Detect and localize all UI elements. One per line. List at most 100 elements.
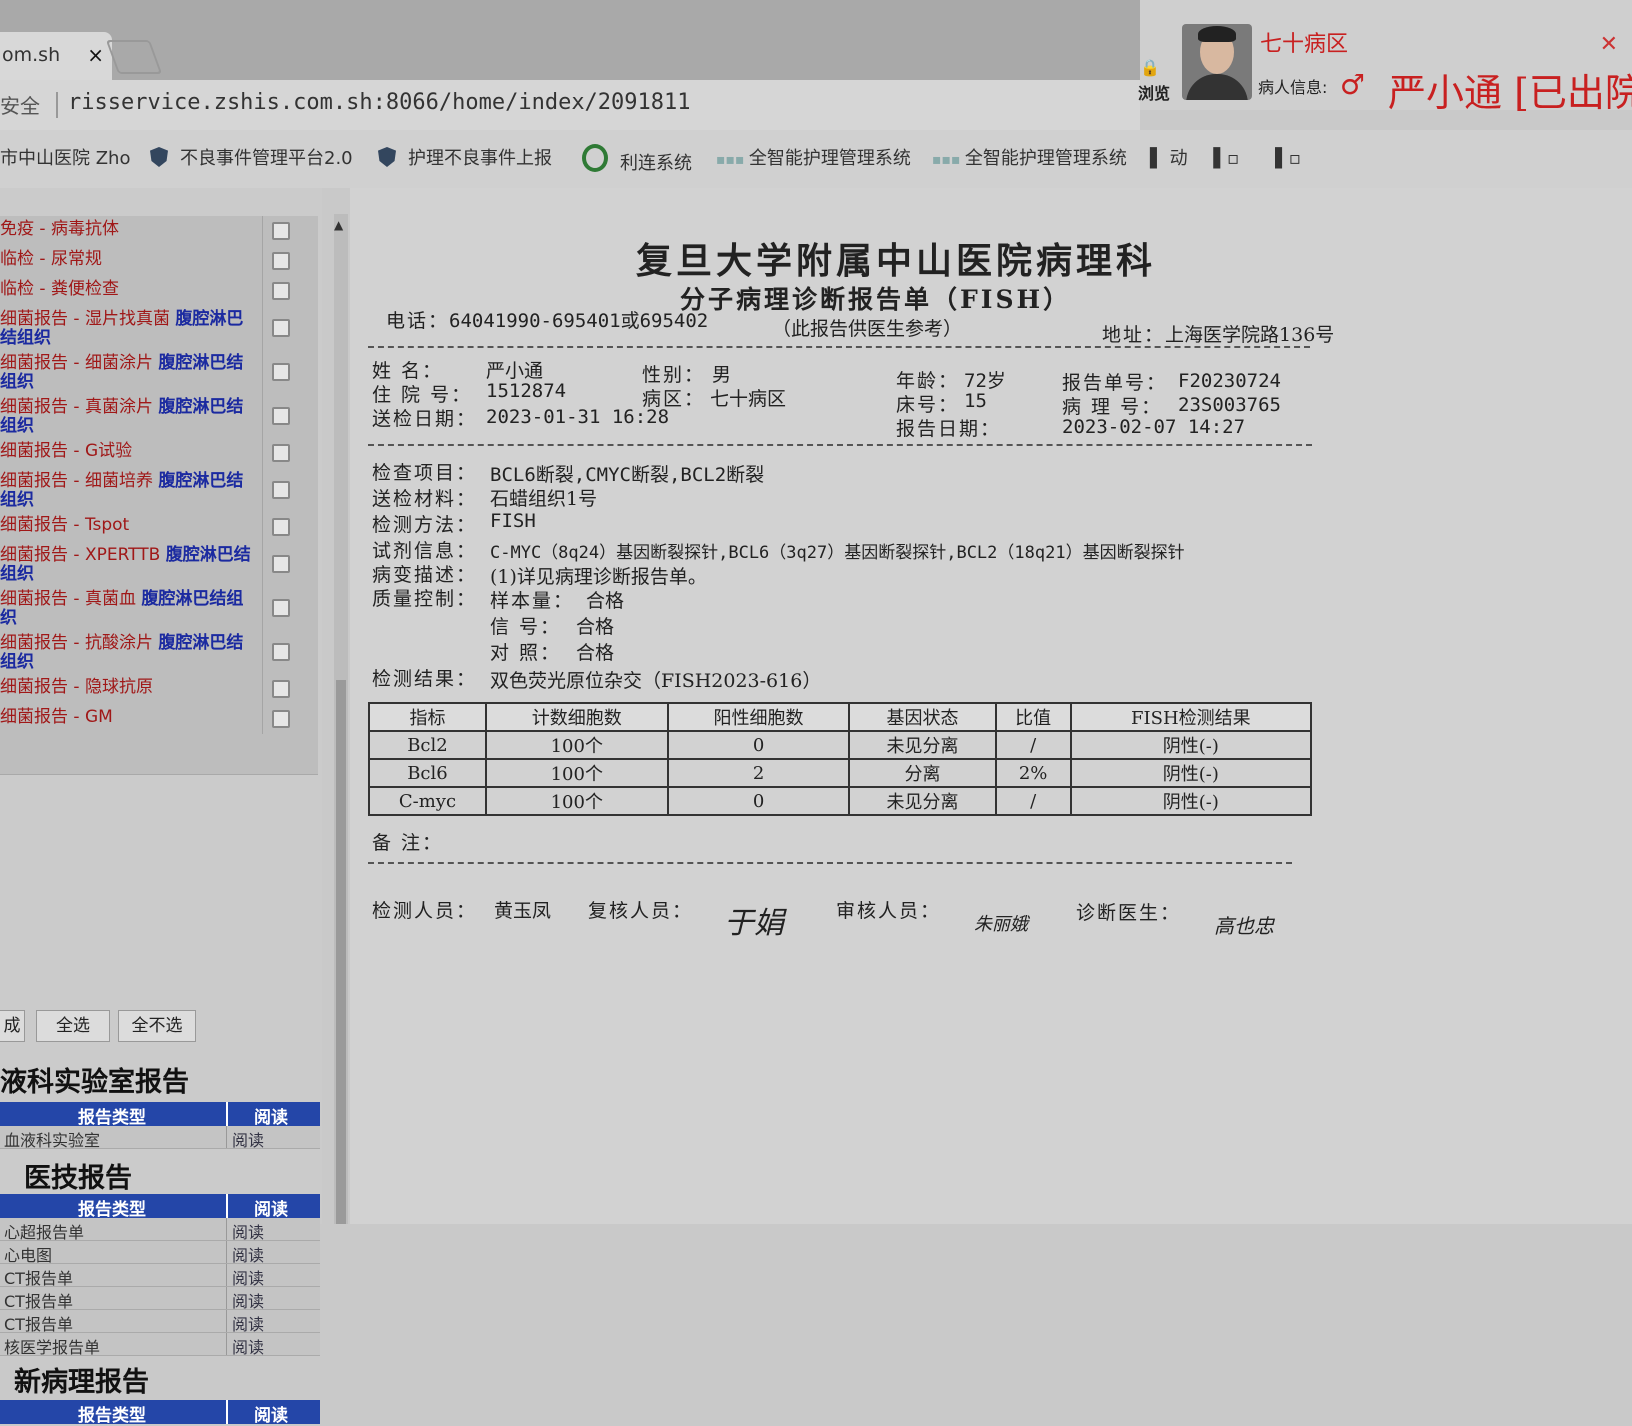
sample-label: 腹腔淋巴结组织	[0, 589, 244, 628]
list-item[interactable]: 免疫 - 病毒抗体	[0, 216, 318, 247]
read-link[interactable]: 阅读	[232, 1288, 264, 1312]
lab-item-label: 细菌报告 - 隐球抗原	[0, 677, 153, 697]
lab-item-label: 细菌报告 - 细菌涂片 腹腔淋巴结组织	[0, 353, 244, 392]
lab-item-label: 细菌报告 - XPERTTB 腹腔淋巴结组织	[0, 545, 251, 584]
read-link[interactable]: 阅读	[232, 1242, 264, 1266]
table-row: CT报告单 阅读	[0, 1264, 320, 1289]
list-item[interactable]: 细菌报告 - GM	[0, 704, 318, 735]
lab-item-label: 细菌报告 - 细菌培养 腹腔淋巴结组织	[0, 471, 244, 510]
partial-button[interactable]: 成	[0, 1010, 25, 1042]
list-item[interactable]: 临检 - 尿常规	[0, 246, 318, 277]
select-checkbox[interactable]	[272, 680, 290, 698]
bookmark-lilian-system[interactable]: 利连系统	[582, 144, 692, 175]
select-checkbox[interactable]	[272, 222, 290, 240]
select-checkbox[interactable]	[272, 363, 290, 381]
select-checkbox[interactable]	[272, 710, 290, 728]
select-checkbox[interactable]	[272, 282, 290, 300]
table-cell: 100个	[484, 786, 669, 816]
address-divider	[56, 92, 58, 118]
select-checkbox[interactable]	[272, 319, 290, 337]
new-tab-button[interactable]	[105, 40, 163, 74]
security-indicator[interactable]: 安全	[0, 90, 40, 119]
table-row: CT报告单 阅读	[0, 1310, 320, 1335]
name-label: 姓 名：	[372, 360, 444, 382]
table-row: C-myc 100个 0 未见分离 / 阴性(-)	[368, 786, 1313, 816]
scroll-up-icon[interactable]: ▲	[334, 218, 343, 232]
browse-label[interactable]: 浏览	[1138, 80, 1170, 104]
list-item[interactable]: 细菌报告 - 真菌血 腹腔淋巴结组织	[0, 586, 318, 631]
ring-icon	[582, 144, 608, 172]
item-label: 检查项目：	[372, 462, 478, 484]
scrollbar-thumb[interactable]	[336, 680, 346, 1224]
material-value: 石蜡组织1号	[490, 488, 598, 510]
header-read: 阅读	[254, 1406, 288, 1426]
list-item[interactable]: 细菌报告 - 真菌涂片 腹腔淋巴结组织	[0, 394, 318, 439]
url-text[interactable]: risservice.zshis.com.sh:8066/home/index/…	[68, 90, 691, 115]
table-row: 核医学报告单 阅读	[0, 1333, 320, 1358]
lab-item-label: 免疫 - 病毒抗体	[0, 219, 119, 239]
bookmark-zhongshan[interactable]: 市中山医院 Zho	[0, 144, 130, 170]
bookmark-nursing-management-1[interactable]: ▪▪▪ 全智能护理管理系统	[716, 144, 911, 170]
list-item[interactable]: 细菌报告 - 细菌涂片 腹腔淋巴结组织	[0, 350, 318, 395]
reagent-label: 试剂信息：	[372, 540, 478, 562]
bookmark-adverse-event-platform[interactable]: 不良事件管理平台2.0	[150, 144, 353, 170]
column-header: FISH检测结果	[1069, 702, 1313, 732]
select-checkbox[interactable]	[272, 481, 290, 499]
remark-label: 备 注：	[372, 832, 444, 854]
blood-lab-section-title: 液科实验室报告	[0, 1067, 189, 1098]
bed-label: 床号：	[896, 394, 960, 416]
lab-item-label: 细菌报告 - G试验	[0, 441, 133, 461]
select-checkbox[interactable]	[272, 252, 290, 270]
bed-value: 15	[964, 390, 987, 412]
table-row: 心超报告单 阅读	[0, 1218, 320, 1243]
select-checkbox[interactable]	[272, 518, 290, 536]
select-checkbox[interactable]	[272, 599, 290, 617]
hospital-title: 复旦大学附属中山医院病理科	[636, 240, 1157, 282]
doctor-label: 诊断医生：	[1076, 902, 1182, 924]
sex-value: 男	[712, 364, 732, 386]
new-pathology-section-title: 新病理报告	[14, 1367, 149, 1398]
sample-label: 腹腔淋巴结组织	[0, 397, 244, 436]
read-link[interactable]: 阅读	[232, 1334, 264, 1358]
bookmark-nursing-event-report[interactable]: 护理不良事件上报	[378, 144, 552, 170]
sample-label: 腹腔淋巴结组织	[0, 471, 244, 510]
address-bar[interactable]: 安全 risservice.zshis.com.sh:8066/home/ind…	[0, 80, 1140, 130]
select-checkbox[interactable]	[272, 444, 290, 462]
read-link[interactable]: 阅读	[232, 1311, 264, 1335]
shield-icon	[378, 147, 396, 167]
sample-label: 腹腔淋巴结组织	[0, 633, 244, 672]
list-item[interactable]: 细菌报告 - 湿片找真菌 腹腔淋巴结组织	[0, 306, 318, 351]
select-none-button[interactable]: 全不选	[118, 1010, 196, 1042]
list-item[interactable]: 细菌报告 - Tspot	[0, 512, 318, 543]
list-item[interactable]: 细菌报告 - 隐球抗原	[0, 674, 318, 705]
select-all-button[interactable]: 全选	[36, 1010, 110, 1042]
list-item[interactable]: 细菌报告 - G试验	[0, 438, 318, 469]
bookmark-folder[interactable]: ▌ 动 ▌▫ ▌▫	[1150, 144, 1301, 170]
list-item[interactable]: 细菌报告 - 细菌培养 腹腔淋巴结组织	[0, 468, 318, 513]
read-link[interactable]: 阅读	[232, 1265, 264, 1289]
header-report-type: 报告类型	[78, 1200, 146, 1220]
table-cell: 阴性(-)	[1069, 758, 1313, 788]
read-link[interactable]: 阅读	[232, 1219, 264, 1243]
bookmark-label: 利连系统	[620, 153, 692, 174]
select-checkbox[interactable]	[272, 407, 290, 425]
close-icon[interactable]: ✕	[1600, 32, 1618, 57]
list-item[interactable]: 细菌报告 - XPERTTB 腹腔淋巴结组织	[0, 542, 318, 587]
doctor-signature: 高也忠	[1214, 914, 1274, 938]
bookmark-label: 不良事件管理平台2.0	[180, 148, 353, 169]
select-checkbox[interactable]	[272, 555, 290, 573]
select-checkbox[interactable]	[272, 643, 290, 661]
auditor-label: 审核人员：	[836, 900, 942, 922]
bookmark-label: 动	[1169, 148, 1188, 169]
report-type-cell: CT报告单	[4, 1269, 73, 1288]
read-link[interactable]: 阅读	[232, 1127, 264, 1151]
list-item[interactable]: 细菌报告 - 抗酸涂片 腹腔淋巴结组织	[0, 630, 318, 675]
lab-item-label: 临检 - 粪便检查	[0, 279, 119, 299]
browser-tab[interactable]: om.sh ×	[0, 32, 112, 80]
material-label: 送检材料：	[372, 488, 478, 510]
bookmark-nursing-management-2[interactable]: ▪▪▪ 全智能护理管理系统	[932, 144, 1127, 170]
list-item[interactable]: 临检 - 粪便检查	[0, 276, 318, 307]
tab-close-icon[interactable]: ×	[87, 32, 104, 78]
path-no-label: 病 理 号：	[1062, 396, 1163, 418]
table-cell: Bcl2	[368, 730, 487, 760]
